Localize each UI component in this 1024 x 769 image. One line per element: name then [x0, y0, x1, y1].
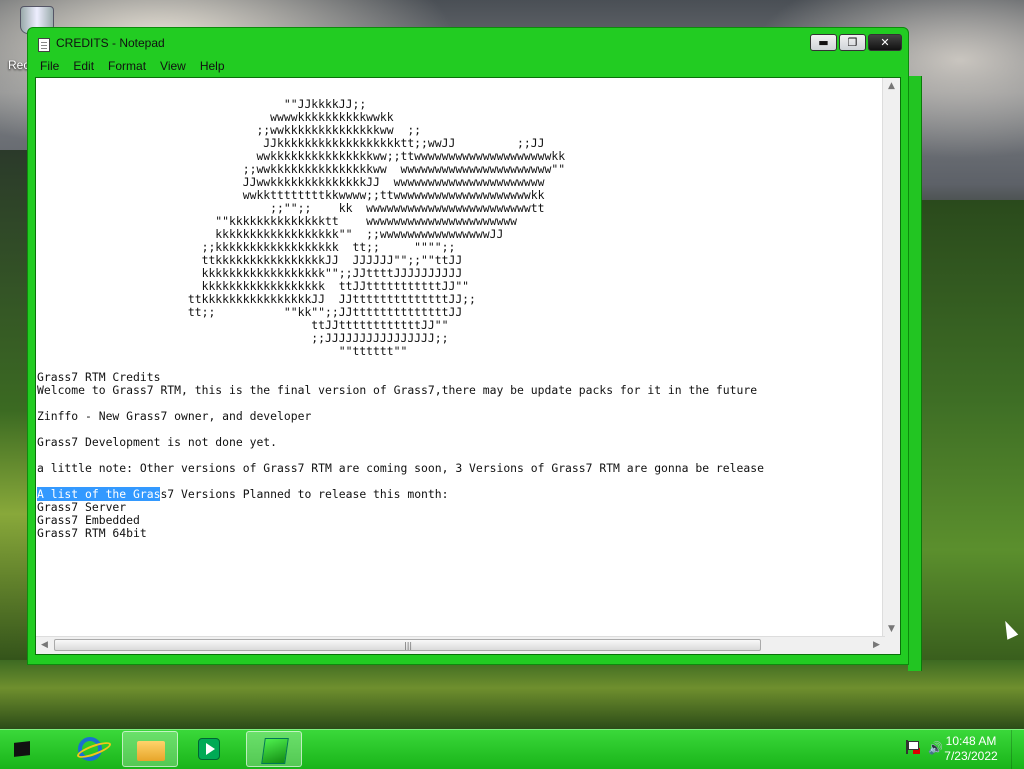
menu-edit[interactable]: Edit [73, 57, 94, 75]
window-controls: ▬ ❐ ✕ [808, 34, 902, 52]
volume-icon[interactable]: 🔊 [928, 740, 943, 756]
minimize-button[interactable]: ▬ [810, 34, 837, 51]
start-button[interactable] [6, 734, 38, 764]
ascii-art-line: ;;"";; kk wwwwwwwwwwwwwwwwwwwwwwwwtt [37, 201, 545, 215]
list-heading-rest: s7 Versions Planned to release this mont… [160, 487, 449, 501]
notepad-window[interactable]: CREDITS - Notepad ▬ ❐ ✕ File Edit Format… [27, 27, 909, 665]
development-note: Grass7 Development is not done yet. [37, 435, 278, 449]
ascii-art-line: wwkkttttttttkkwwww;;ttwwwwwwwwwwwwwwwwww… [37, 188, 545, 202]
menu-view[interactable]: View [160, 57, 186, 75]
ascii-art-line: kkkkkkkkkkkkkkkkkk"";;JJttttJJJJJJJJJJ [37, 266, 463, 280]
selected-text[interactable]: A list of the Gras [37, 487, 161, 501]
text-area[interactable]: ""JJkkkkJJ;; wwwwkkkkkkkkkkwwkk ;;wwkkkk… [36, 78, 885, 638]
clock-time: 10:48 AM [945, 734, 997, 748]
taskbar-file-explorer[interactable] [122, 731, 178, 767]
ascii-art-line: wwwwkkkkkkkkkkwwkk [37, 110, 394, 124]
horizontal-scroll-thumb[interactable]: ||| [54, 639, 761, 651]
desktop-background [0, 150, 30, 670]
close-button[interactable]: ✕ [868, 34, 902, 51]
credits-heading: Grass7 RTM Credits [37, 370, 161, 384]
desktop-background-ground [0, 660, 1024, 730]
ascii-art-line: ttJJttttttttttttJJ"" [37, 318, 449, 332]
clock-date: 7/23/2022 [944, 749, 998, 763]
ascii-art-line: kkkkkkkkkkkkkkkkkk ttJJtttttttttttJJ"" [37, 279, 470, 293]
media-player-icon [198, 738, 220, 760]
version-item: Grass7 Embedded [37, 513, 140, 527]
ascii-art-line: tt;; ""kk"";;JJttttttttttttttJJ [37, 305, 463, 319]
taskbar-internet-explorer[interactable] [62, 731, 118, 767]
notepad-app-icon[interactable] [38, 38, 50, 52]
ascii-art-line: ""JJkkkkJJ;; [37, 97, 367, 111]
vertical-scrollbar[interactable]: ▲ ▼ [882, 78, 900, 638]
version-item: Grass7 Server [37, 500, 127, 514]
owner-line: Zinffo - New Grass7 owner, and developer [37, 409, 312, 423]
menu-help[interactable]: Help [200, 57, 225, 75]
scroll-left-arrow-icon[interactable]: ◀ [36, 637, 53, 654]
ascii-art-line: ""tttttt"" [37, 344, 408, 358]
scrollbar-corner [883, 637, 900, 654]
taskbar-media-player[interactable] [182, 731, 238, 767]
background-window-edge[interactable] [908, 76, 922, 671]
clock[interactable]: 10:48 AM 7/23/2022 [942, 734, 1000, 764]
welcome-line: Welcome to Grass7 RTM, this is the final… [37, 383, 758, 397]
taskbar-notepad[interactable] [246, 731, 302, 767]
scroll-down-arrow-icon[interactable]: ▼ [883, 621, 900, 638]
document-text: ""JJkkkkJJ;; wwwwkkkkkkkkkkwwkk ;;wwkkkk… [36, 78, 885, 540]
notepad-taskbar-icon [261, 738, 289, 764]
scroll-grip-icon: ||| [404, 641, 413, 650]
maximize-button[interactable]: ❐ [839, 34, 866, 51]
text-editor[interactable]: ""JJkkkkJJ;; wwwwkkkkkkkkkkwwkk ;;wwkkkk… [35, 77, 901, 655]
ascii-art-line: ;;wwkkkkkkkkkkkkkkkww wwwwwwwwwwwwwwwwww… [37, 162, 566, 176]
ascii-art-line: ;;wwkkkkkkkkkkkkkkww ;; [37, 123, 422, 137]
start-logo-icon [14, 741, 30, 757]
ascii-art-line: ttkkkkkkkkkkkkkkkkJJ JJJJJJ"";;""ttJJ [37, 253, 463, 267]
internet-explorer-icon [78, 737, 102, 761]
show-desktop-button[interactable] [1011, 730, 1024, 769]
version-item: Grass7 RTM 64bit [37, 526, 147, 540]
ascii-art-line: wwkkkkkkkkkkkkkkkww;;ttwwwwwwwwwwwwwwwww… [37, 149, 566, 163]
ascii-art-line: kkkkkkkkkkkkkkkkkk"" ;;wwwwwwwwwwwwwwwwJ… [37, 227, 504, 241]
folder-icon [137, 741, 165, 761]
ascii-art-line: ttkkkkkkkkkkkkkkkkJJ JJttttttttttttttJJ;… [37, 292, 476, 306]
ascii-art-line: ;;JJJJJJJJJJJJJJJJ;; [37, 331, 449, 345]
horizontal-scrollbar[interactable]: ◀ ||| ▶ [36, 636, 885, 654]
menu-file[interactable]: File [40, 57, 59, 75]
menu-format[interactable]: Format [108, 57, 146, 75]
taskbar: 🔊 10:48 AM 7/23/2022 [0, 729, 1024, 769]
little-note-line: a little note: Other versions of Grass7 … [37, 461, 764, 475]
ascii-art-line: JJwwkkkkkkkkkkkkkkJJ wwwwwwwwwwwwwwwwwww… [37, 175, 545, 189]
scroll-up-arrow-icon[interactable]: ▲ [883, 78, 900, 95]
title-bar[interactable]: CREDITS - Notepad ▬ ❐ ✕ [28, 28, 908, 58]
ascii-art-line: JJkkkkkkkkkkkkkkkkkktt;;wwJJ ;;JJ [37, 136, 545, 150]
menu-bar: File Edit Format View Help [34, 57, 902, 75]
ascii-art-line: ""kkkkkkkkkkkkkktt wwwwwwwwwwwwwwwwwwwww… [37, 214, 518, 228]
system-tray: 🔊 [906, 740, 943, 756]
action-center-flag-icon[interactable] [906, 740, 920, 754]
window-title: CREDITS - Notepad [56, 36, 165, 50]
ascii-art-line: ;;kkkkkkkkkkkkkkkkkk tt;; """";; [37, 240, 456, 254]
